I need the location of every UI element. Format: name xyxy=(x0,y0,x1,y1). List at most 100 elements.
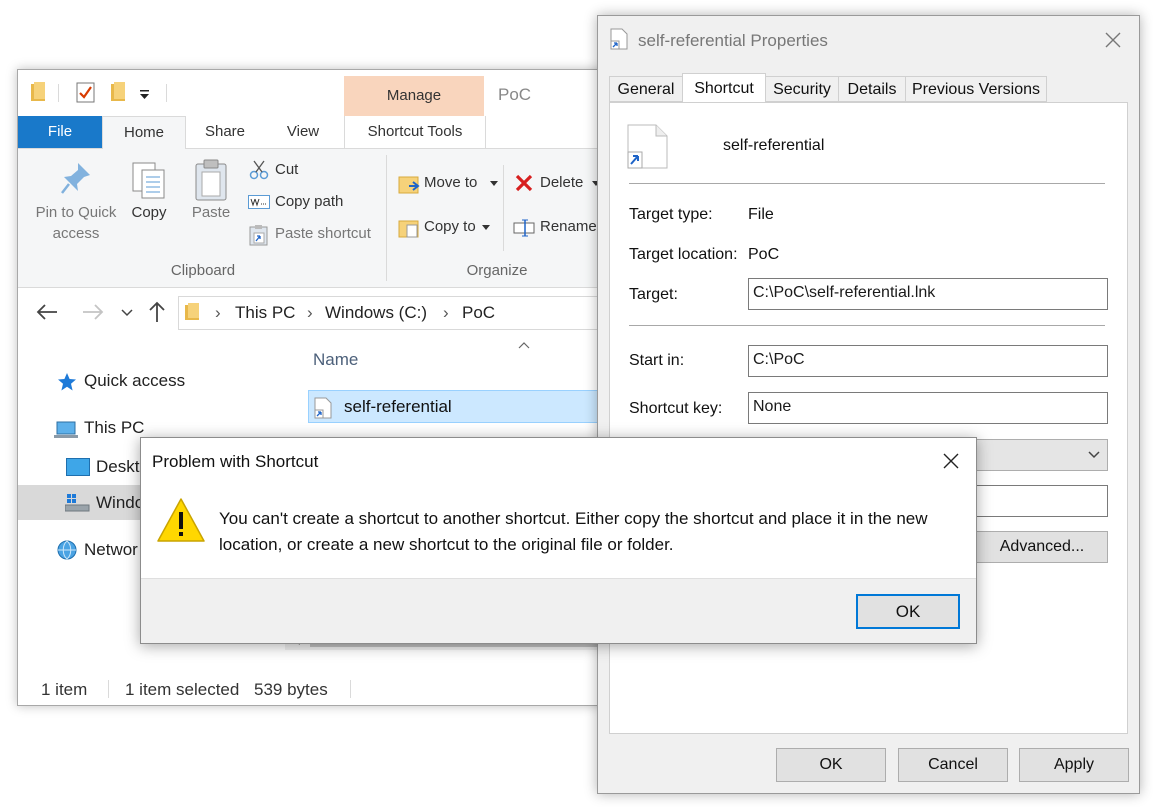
target-field[interactable]: C:\PoC\self-referential.lnk xyxy=(748,278,1108,310)
shortcut-file-icon xyxy=(314,397,332,419)
folder-icon xyxy=(185,303,199,320)
folder-icon[interactable] xyxy=(31,82,47,102)
advanced-button[interactable]: Advanced... xyxy=(976,531,1108,563)
cut-button[interactable]: Cut xyxy=(246,159,376,183)
nav-this-pc-label: This PC xyxy=(84,418,145,437)
manage-label: Manage xyxy=(386,87,442,104)
shortcut-key-field[interactable]: None xyxy=(748,392,1108,424)
dialog-ok-button[interactable]: OK xyxy=(856,594,960,629)
address-row: › This PC › Windows (C:) › PoC xyxy=(18,288,608,336)
copy-button[interactable]: Copy xyxy=(124,157,174,237)
qat-divider xyxy=(166,84,167,102)
breadcrumb-windows-c[interactable]: Windows (C:) xyxy=(325,303,427,323)
paste-icon xyxy=(195,159,227,201)
divider xyxy=(629,183,1105,184)
copy-label: Copy xyxy=(131,204,167,221)
ribbon-divider xyxy=(503,165,504,251)
back-arrow-icon[interactable] xyxy=(36,304,58,320)
status-divider xyxy=(108,680,109,698)
nav-desktop-label: Deskt xyxy=(96,457,140,476)
up-arrow-icon[interactable] xyxy=(149,301,165,323)
target-location-label: Target location: xyxy=(629,246,738,263)
checklist-icon[interactable] xyxy=(76,82,96,104)
tab-view[interactable]: View xyxy=(268,116,338,148)
nav-quick-access[interactable]: Quick access xyxy=(48,370,278,394)
start-in-field[interactable]: C:\PoC xyxy=(748,345,1108,377)
properties-window: self-referential Properties General Shor… xyxy=(597,15,1140,794)
scissors-icon xyxy=(249,160,269,180)
ribbon-divider xyxy=(386,155,387,281)
paste-shortcut-button[interactable]: Paste shortcut xyxy=(246,223,396,247)
copy-to-label: Copy to xyxy=(424,218,476,235)
tab-shortcut[interactable]: Shortcut xyxy=(682,73,766,102)
close-icon[interactable] xyxy=(942,452,960,470)
tab-previous-versions[interactable]: Previous Versions xyxy=(905,76,1047,102)
pin-to-quick-access-button[interactable]: Pin to Quick access xyxy=(26,157,122,253)
delete-label: Delete xyxy=(540,174,584,191)
properties-title: self-referential Properties xyxy=(638,31,828,50)
qat-dropdown-icon[interactable] xyxy=(139,90,151,100)
tab-file[interactable]: File xyxy=(18,116,102,148)
tab-shortcut-tools[interactable]: Shortcut Tools xyxy=(344,116,486,148)
nav-network-label: Networ xyxy=(84,540,138,559)
breadcrumb-poc[interactable]: PoC xyxy=(462,303,495,323)
paste-label: Paste xyxy=(191,204,231,221)
ok-button[interactable]: OK xyxy=(776,748,886,782)
properties-tabs: General Shortcut Security Details Previo… xyxy=(609,73,1126,104)
dialog-message: You can't create a shortcut to another s… xyxy=(219,509,928,554)
address-bar[interactable]: › This PC › Windows (C:) › PoC xyxy=(178,296,608,330)
ribbon: Pin to Quick access Copy Paste Cut Copy … xyxy=(18,149,608,288)
column-header-name[interactable]: Name xyxy=(313,350,358,370)
tab-general[interactable]: General xyxy=(609,76,683,102)
target-type-label: Target type: xyxy=(629,206,713,223)
sort-up-icon xyxy=(518,342,530,349)
tab-home[interactable]: Home xyxy=(102,116,186,149)
rename-button[interactable]: Rename xyxy=(512,215,608,241)
move-to-button[interactable]: Move to xyxy=(396,171,500,197)
organize-group-label: Organize xyxy=(466,262,528,279)
chevron-down-icon xyxy=(1088,451,1100,459)
breadcrumb-separator-icon: › xyxy=(215,303,221,322)
apply-button[interactable]: Apply xyxy=(1019,748,1129,782)
chevron-down-icon xyxy=(482,225,490,230)
problem-with-shortcut-dialog: Problem with Shortcut You can't create a… xyxy=(140,437,977,644)
file-row-selected[interactable]: self-referential xyxy=(308,390,608,423)
network-icon xyxy=(57,540,77,560)
forward-arrow-icon[interactable] xyxy=(82,304,104,320)
copy-to-button[interactable]: Copy to xyxy=(396,215,500,241)
window-title: PoC xyxy=(498,85,532,104)
manage-contextual-header[interactable]: Manage xyxy=(344,76,484,116)
tab-security[interactable]: Security xyxy=(765,76,839,102)
new-folder-icon[interactable] xyxy=(111,82,127,102)
pin-icon xyxy=(61,163,90,194)
cut-label: Cut xyxy=(275,161,299,178)
delete-button[interactable]: Delete xyxy=(512,171,602,197)
tab-share[interactable]: Share xyxy=(190,116,260,148)
move-to-label: Move to xyxy=(424,174,478,191)
breadcrumb-this-pc[interactable]: This PC xyxy=(235,303,295,323)
ribbon-tabs: File Home Share View Shortcut Tools xyxy=(18,116,608,149)
target-location-value: PoC xyxy=(748,246,780,263)
dialog-title: Problem with Shortcut xyxy=(152,452,319,471)
dialog-footer: OK xyxy=(141,578,976,643)
status-bar: 1 item 1 item selected 539 bytes xyxy=(18,670,608,704)
file-name: self-referential xyxy=(344,397,452,416)
copy-path-button[interactable]: Copy path xyxy=(246,191,386,215)
start-in-label: Start in: xyxy=(629,352,685,369)
tab-details[interactable]: Details xyxy=(838,76,906,102)
copy-icon xyxy=(132,162,165,199)
cancel-button[interactable]: Cancel xyxy=(898,748,1008,782)
recent-locations-icon[interactable] xyxy=(121,309,133,317)
copy-path-icon xyxy=(248,195,270,209)
delete-icon xyxy=(515,174,533,192)
paste-button[interactable]: Paste xyxy=(184,157,238,237)
status-selected: 1 item selected xyxy=(125,680,240,699)
breadcrumb-separator-icon: › xyxy=(307,303,313,322)
title-bar: Manage PoC xyxy=(18,70,608,116)
nav-quick-access-label: Quick access xyxy=(84,371,186,390)
warning-icon xyxy=(157,498,205,542)
close-icon[interactable] xyxy=(1104,31,1122,49)
breadcrumb-separator-icon: › xyxy=(443,303,449,322)
shortcut-key-label: Shortcut key: xyxy=(629,400,723,417)
status-divider xyxy=(350,680,351,698)
